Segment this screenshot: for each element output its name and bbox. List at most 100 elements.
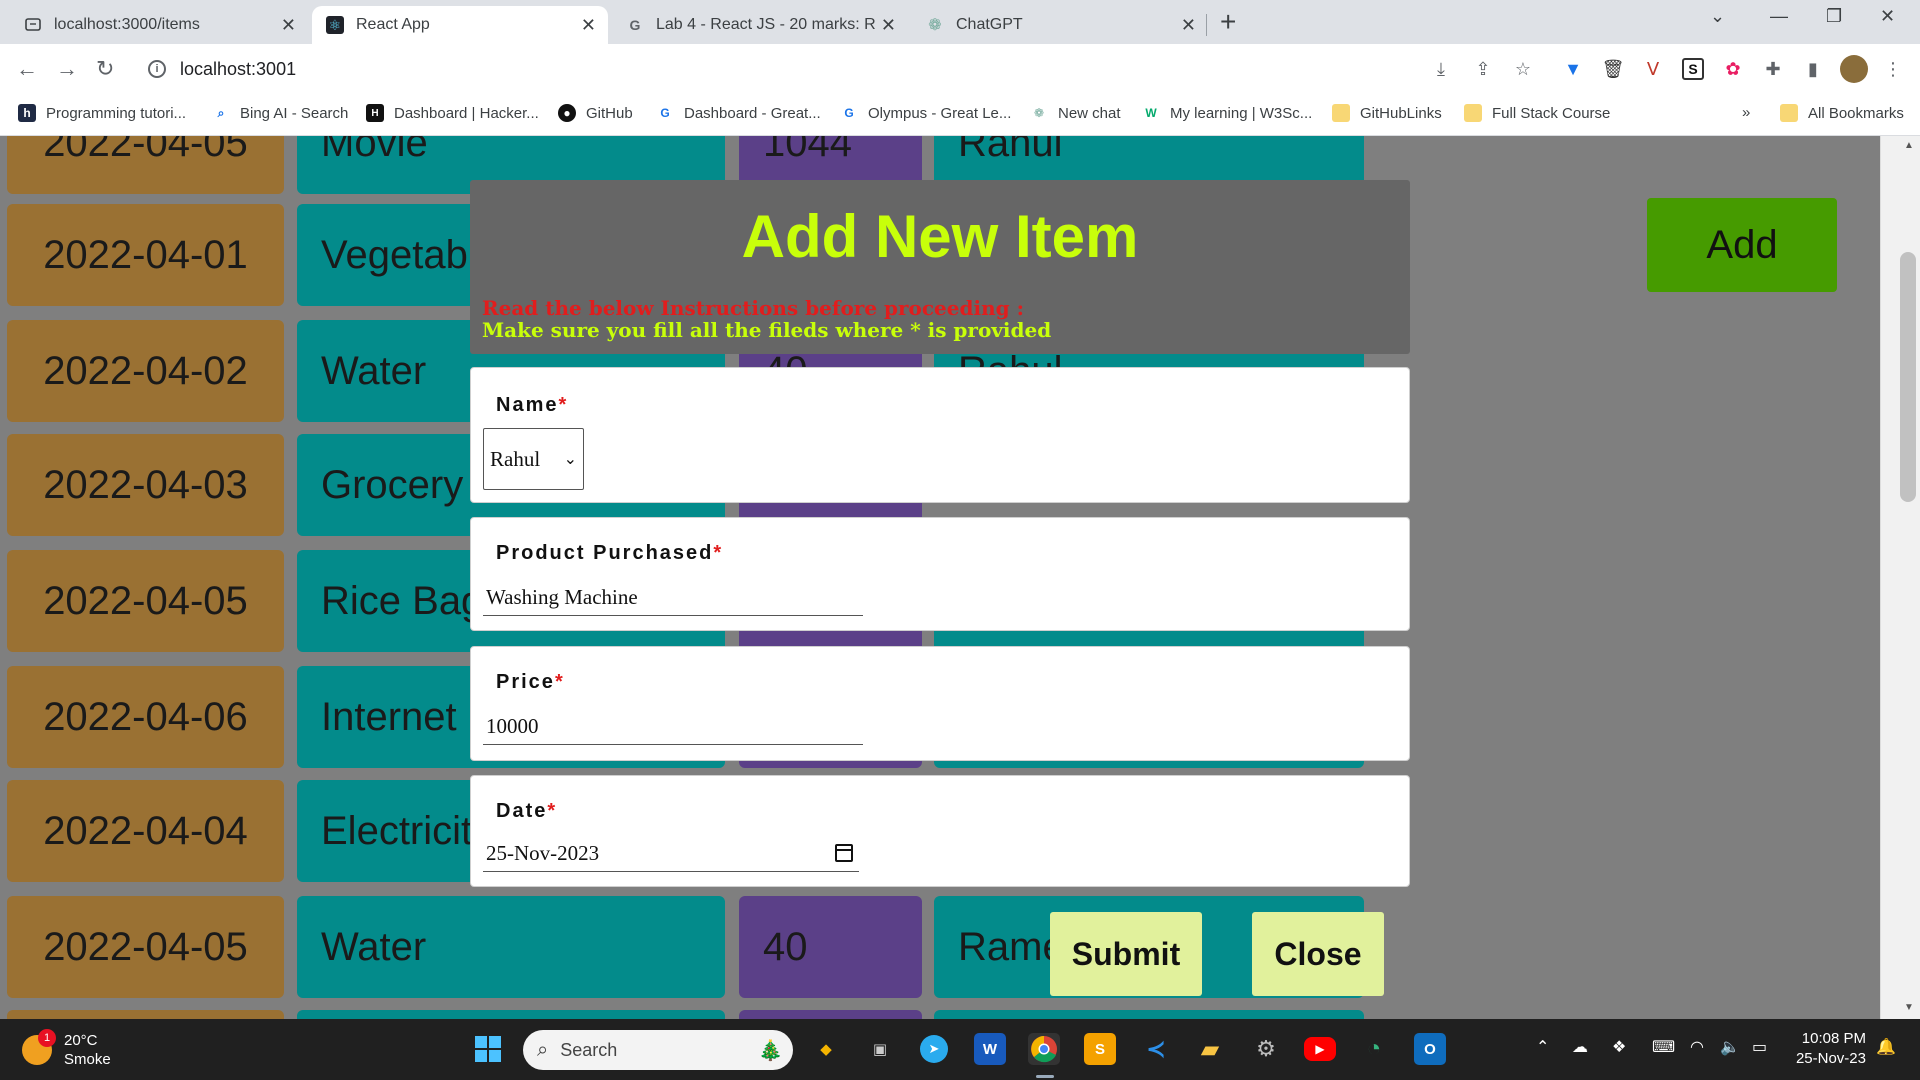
row-amount [739,1010,922,1019]
widgets-icon[interactable]: ◆ [810,1033,842,1065]
extensions-puzzle-icon[interactable]: ✚ [1762,58,1784,80]
more-bookmarks-button[interactable]: » [1742,104,1750,121]
bookmark-w3schools[interactable]: W My learning | W3Sc... [1142,104,1312,122]
close-tab-icon[interactable]: ✕ [281,15,296,36]
word-icon[interactable]: W [974,1033,1006,1065]
outlook-icon[interactable]: O [1414,1033,1446,1065]
bookmark-githublinks[interactable]: GitHubLinks [1332,104,1442,122]
folder-icon [1464,104,1482,122]
show-hidden-icons[interactable]: ⌃ [1536,1037,1549,1057]
keyboard-icon[interactable]: ⌨ [1652,1037,1675,1057]
chatgpt-icon: ❁ [928,17,942,34]
bookmark-bing[interactable]: ⌕ Bing AI - Search [212,104,349,122]
close-tab-icon[interactable]: ✕ [881,15,896,36]
share-icon[interactable]: ⇪ [1472,58,1494,80]
site-info-icon[interactable]: i [148,60,166,78]
calendar-icon[interactable] [835,844,853,862]
extension-color-icon[interactable]: ✿ [1722,58,1744,80]
youtube-icon[interactable]: ▶ [1304,1037,1336,1061]
volume-icon[interactable]: 🔈 [1720,1037,1740,1057]
sublime-icon[interactable]: S [1084,1033,1116,1065]
name-select[interactable]: Rahul ⌄ [483,428,584,490]
reload-icon[interactable]: ↻ [96,56,114,82]
new-tab-button[interactable]: + [1220,6,1236,38]
bookmark-label: GitHubLinks [1360,104,1442,122]
system-clock[interactable]: 10:08 PM 25-Nov-23 [1796,1029,1866,1069]
page-content: 2022-04-05 Movie 1044 Rahul 2022-04-01 V… [0,136,1880,1019]
wifi-icon[interactable]: ◠ [1690,1037,1704,1057]
bookmark-programming[interactable]: h Programming tutori... [18,104,186,122]
scroll-up-icon[interactable]: ▲ [1904,140,1914,151]
windows-taskbar: 1 20°C Smoke ⌕ Search 🎄 ◆ ▣ ➤ W S ≺ ▰ ⚙ … [0,1019,1920,1080]
tab-lab4[interactable]: G Lab 4 - React JS - 20 marks: Reac ✕ [612,6,908,44]
page-scrollbar[interactable]: ▲ ▼ [1880,136,1920,1019]
extension-v-icon[interactable]: ▼ [1562,58,1584,80]
taskbar-search[interactable]: ⌕ Search 🎄 [523,1030,793,1070]
clock-time: 10:08 PM [1801,1030,1866,1047]
product-input[interactable]: Washing Machine [483,580,863,616]
submit-button[interactable]: Submit [1050,912,1202,996]
add-button[interactable]: Add [1647,198,1837,292]
close-button[interactable]: Close [1252,912,1384,996]
forward-icon[interactable]: → [56,56,78,82]
bookmark-great[interactable]: G Dashboard - Great... [656,104,820,122]
weather-widget[interactable]: 1 20°C Smoke [22,1029,111,1069]
close-tab-icon[interactable]: ✕ [1181,15,1196,36]
battery-icon[interactable]: ▭ [1752,1037,1767,1057]
bookmark-fullstack[interactable]: Full Stack Course [1464,104,1610,122]
settings-gear-icon[interactable]: ⚙ [1250,1033,1282,1065]
scroll-down-icon[interactable]: ▼ [1904,1002,1914,1013]
menu-icon[interactable]: ⋮ [1882,58,1904,80]
extension-trash-icon[interactable]: 🗑 [1602,58,1625,80]
bookmark-new-chat[interactable]: ❁ New chat [1030,104,1121,122]
tab-items[interactable]: localhost:3000/items ✕ [10,6,308,44]
scroll-track [1880,136,1881,1019]
address-bar[interactable]: i localhost:3001 [136,50,1436,88]
row-description [297,1010,725,1019]
install-icon[interactable]: ⤓ [1430,58,1452,80]
tab-title: Lab 4 - React JS - 20 marks: Reac [656,16,876,33]
maximize-icon[interactable]: ❐ [1826,6,1842,27]
windows-start-icon[interactable] [472,1033,504,1065]
notifications-bell-icon[interactable]: 🔔 [1876,1037,1896,1057]
date-card: Date* 25-Nov-2023 [470,775,1410,887]
all-bookmarks-folder[interactable]: All Bookmarks [1780,104,1904,122]
profile-avatar[interactable] [1840,55,1868,83]
extension-u-icon[interactable]: ᐯ [1642,58,1664,80]
file-explorer-icon[interactable]: ▰ [1194,1033,1226,1065]
extension-s-icon[interactable]: S [1682,58,1704,80]
row-date: 2022-04-04 [7,780,284,882]
back-icon[interactable]: ← [16,56,38,82]
task-view-icon[interactable]: ▣ [864,1033,896,1065]
row-description: Water [297,896,725,998]
scroll-thumb[interactable] [1900,252,1916,502]
dropbox-icon[interactable]: ❖ [1612,1037,1626,1057]
tab-react-app[interactable]: ⚛ React App ✕ [312,6,608,44]
price-input[interactable]: 10000 [483,709,863,745]
bookmark-label: My learning | W3Sc... [1170,104,1313,122]
bookmark-star-icon[interactable]: ☆ [1512,58,1534,80]
date-input[interactable]: 25-Nov-2023 [483,836,859,872]
name-label: Name* [496,394,569,416]
bookmark-hacker[interactable]: H Dashboard | Hacker... [366,104,539,122]
close-window-icon[interactable]: ✕ [1880,6,1895,27]
react-icon: ⚛ [326,16,344,34]
row-amount: 40 [739,896,922,998]
tab-separator [1206,14,1207,36]
vscode-icon[interactable]: ≺ [1140,1033,1172,1065]
required-mark: * [554,671,565,693]
edge-icon[interactable]: ◔ [1358,1033,1390,1065]
chrome-icon[interactable] [1028,1033,1060,1065]
bookmark-github[interactable]: ● GitHub [558,104,633,122]
bookmark-olympus[interactable]: G Olympus - Great Le... [840,104,1011,122]
tab-chatgpt[interactable]: ❁ ChatGPT ✕ [912,6,1208,44]
minimize-icon[interactable]: — [1770,6,1788,27]
tab-search-icon[interactable]: ⌄ [1710,6,1725,27]
bookmark-label: Full Stack Course [1492,104,1611,122]
great-learning-icon: G [660,106,670,120]
side-panel-icon[interactable]: ▮ [1802,58,1824,80]
telegram-icon[interactable]: ➤ [920,1035,948,1063]
close-tab-icon[interactable]: ✕ [581,15,596,36]
onedrive-icon[interactable]: ☁ [1572,1037,1588,1057]
product-card: Product Purchased* Washing Machine [470,517,1410,631]
